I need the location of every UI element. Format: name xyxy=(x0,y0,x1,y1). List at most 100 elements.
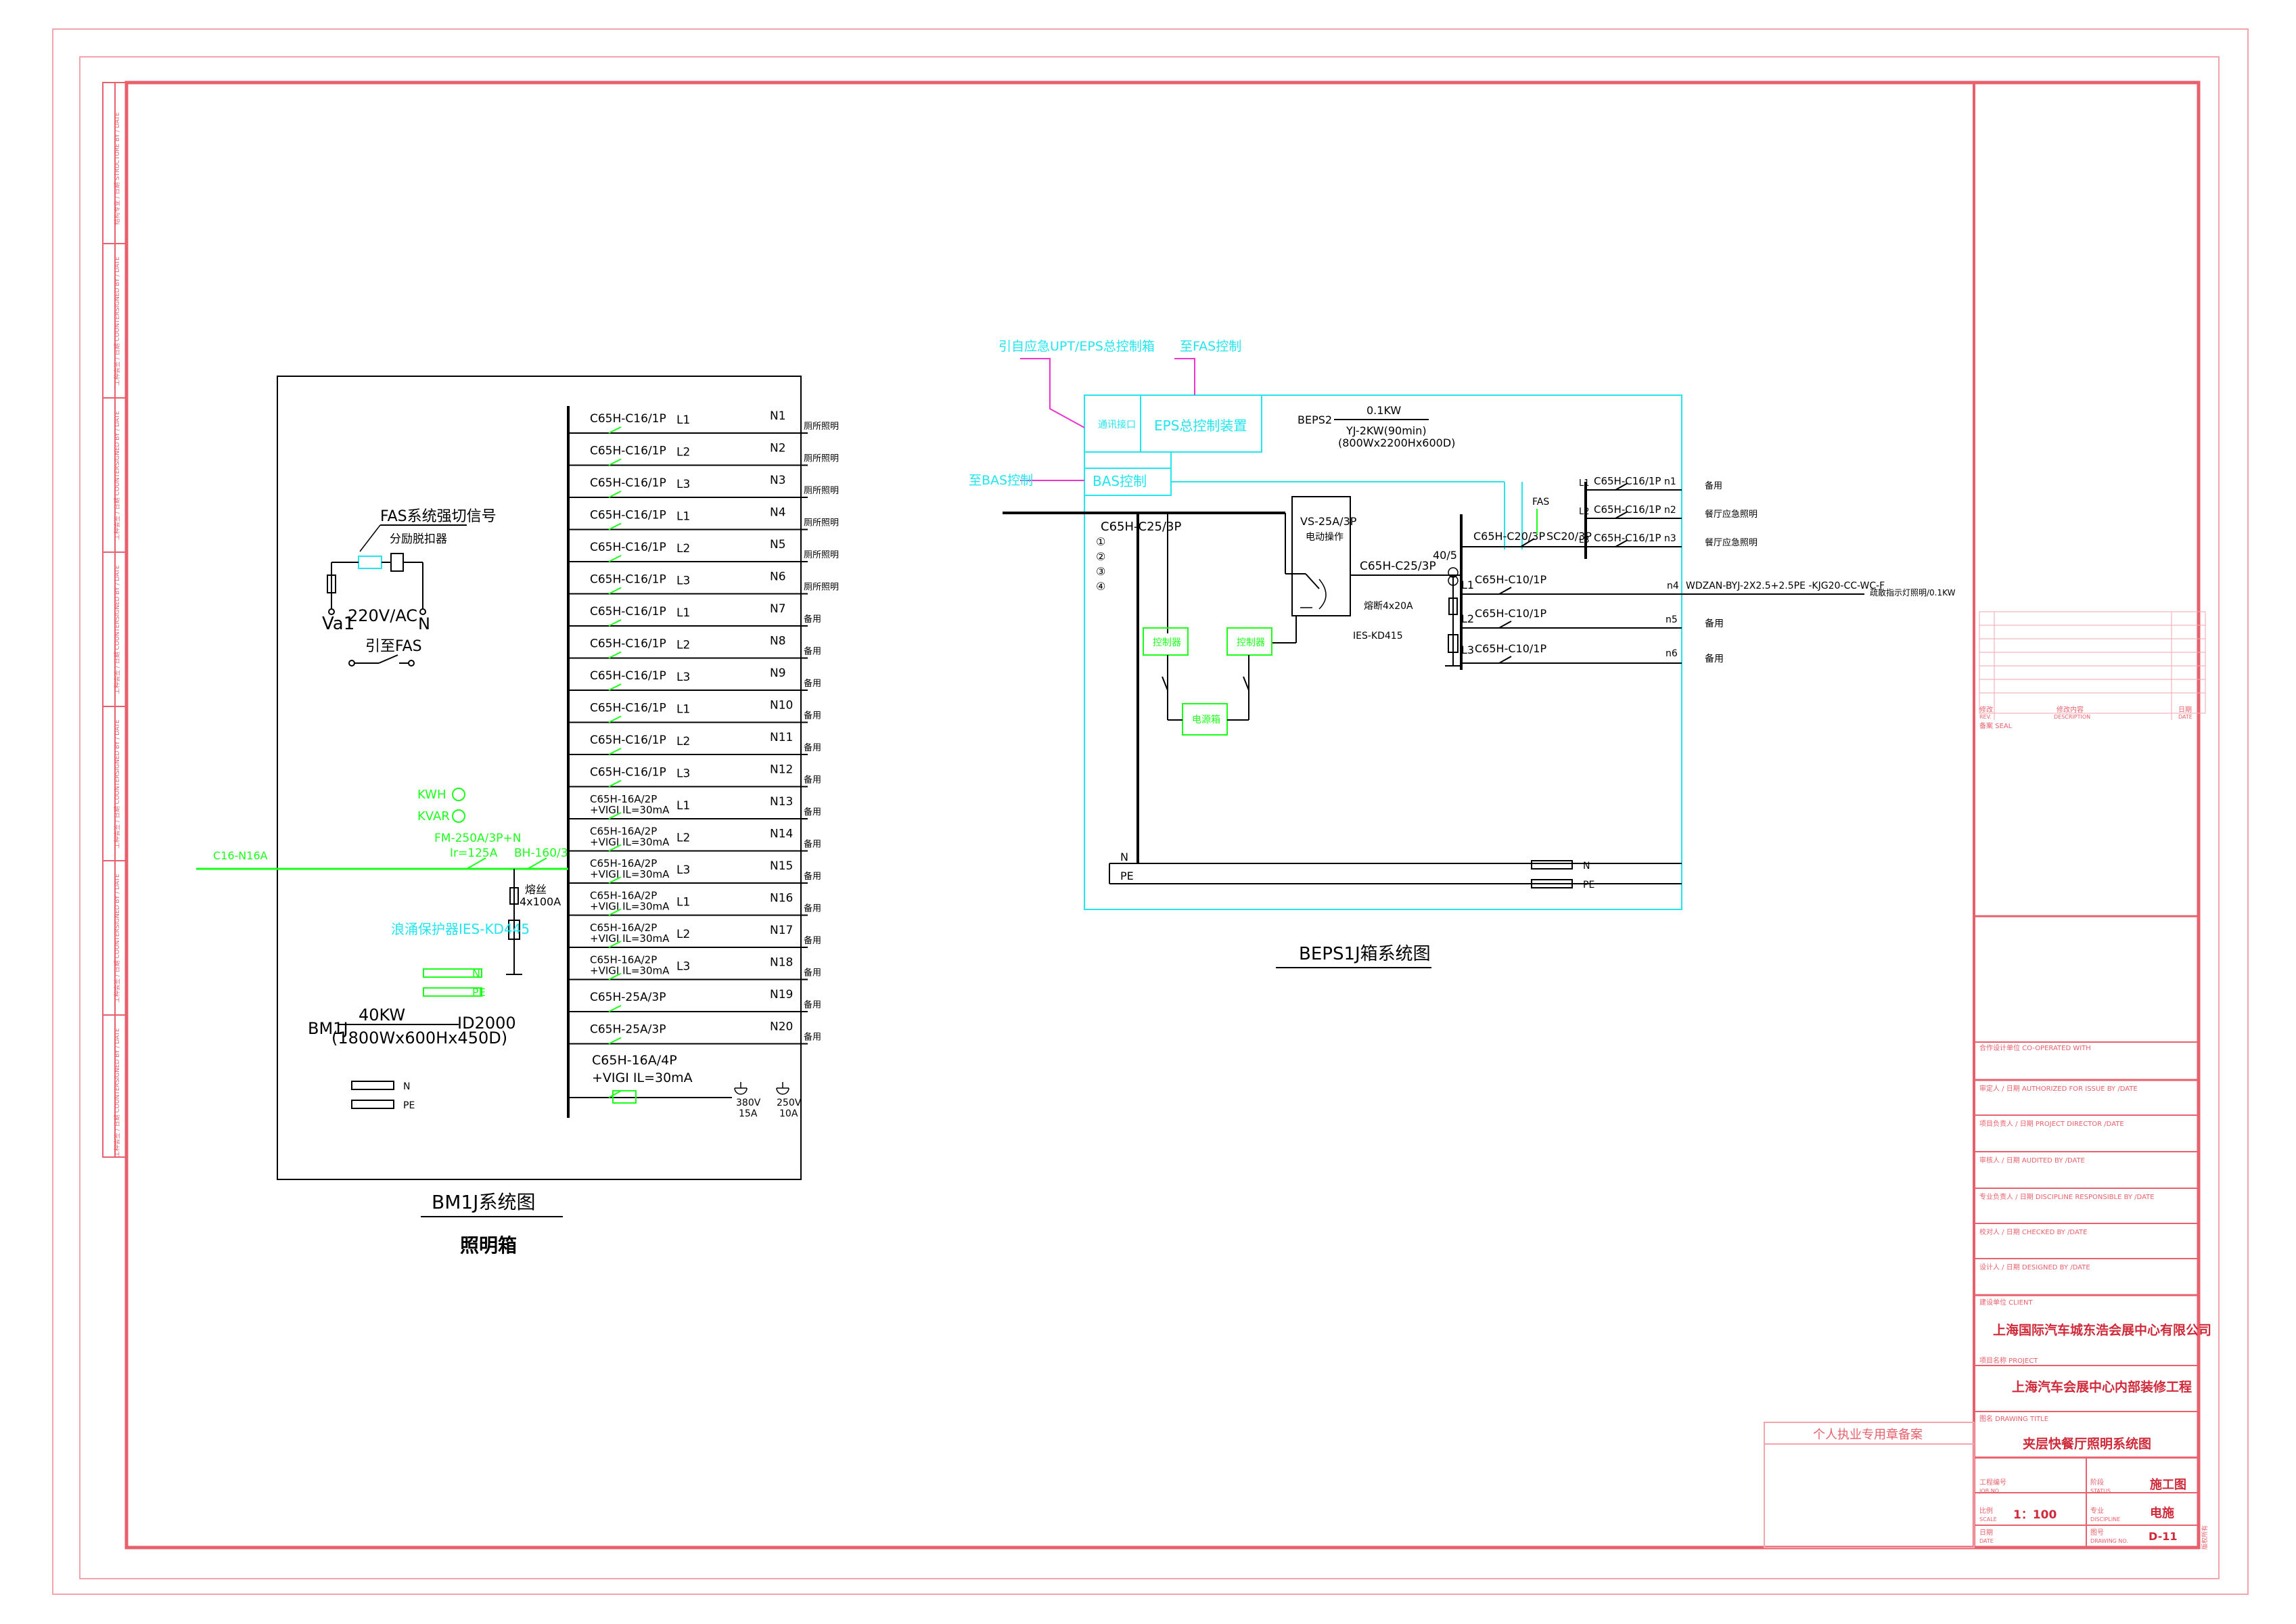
project-label: 项目名称 PROJECT xyxy=(1979,1356,2038,1365)
margin-label: 工种会签 / 日期 COUNTERSIGNED BY / DATE xyxy=(113,874,121,1003)
power-label: 电源箱 xyxy=(1192,715,1220,725)
row-breaker-vigi: +VIGI IL=30mA xyxy=(590,965,670,977)
socket2-current: 10A xyxy=(779,1108,798,1119)
row-phase: L3 xyxy=(676,767,690,781)
bm1j-row: C65H-C16/1P L1 N10 备用 xyxy=(568,699,821,723)
beps-title: BEPS1J箱系统图 xyxy=(1299,944,1431,964)
bar-pe2-label: PE xyxy=(403,1100,415,1111)
kvar-meter-icon xyxy=(452,809,465,823)
beps-bar-n: N xyxy=(1583,861,1590,872)
out-use: 餐厅应急照明 xyxy=(1705,509,1758,520)
row-circuit: N13 xyxy=(770,795,793,809)
row-switch xyxy=(608,748,622,755)
bm1j-row: C65H-C16/1P L1 N7 备用 xyxy=(568,602,821,627)
c20-label: C65H-C20/3P xyxy=(1473,530,1545,543)
fas-signal-label: FAS系统强切信号 xyxy=(380,508,497,525)
beps-output-row: L3 C65H-C16/1P n3 餐厅应急照明 xyxy=(1579,532,1758,548)
beps-main-breaker: C65H-C25/3P xyxy=(1101,520,1181,534)
scale-label: 比例 xyxy=(1979,1506,1993,1515)
row-circuit: N8 xyxy=(770,635,786,648)
signoff-rows: 审定人 / 日期 AUTHORIZED FOR ISSUE BY /DATE 项目… xyxy=(1979,1084,2155,1271)
row-phase: L3 xyxy=(676,478,690,491)
circle-4: ④ xyxy=(1096,580,1105,593)
row-l3-breaker: C65H-C10/1P xyxy=(1475,642,1546,655)
beps-bar-pe: PE xyxy=(1583,880,1594,890)
row-circuit: N18 xyxy=(770,956,793,970)
out-phase: L1 xyxy=(1579,478,1590,489)
bm1j-row: C65H-C16/1P L1 N4 厕所照明 xyxy=(568,506,839,531)
row-phase: L2 xyxy=(676,446,690,459)
row-breaker: C65H-C16/1P xyxy=(590,573,666,587)
row-switch xyxy=(608,780,622,788)
row-l1-breaker: C65H-C10/1P xyxy=(1475,573,1546,586)
row-use: 备用 xyxy=(804,678,821,689)
row-breaker: C65H-25A/3P xyxy=(590,991,666,1004)
bm1j-row: C65H-C16/1P L3 N6 厕所照明 xyxy=(568,570,839,595)
row-switch xyxy=(608,555,622,562)
out-use: 备用 xyxy=(1705,480,1722,491)
bm1j-last-row: C65H-16A/4P +VIGI IL=30mA 380V 15A 250V … xyxy=(568,1053,802,1119)
row-use: 备用 xyxy=(804,871,821,882)
row-breaker: C65H-C16/1P xyxy=(590,445,666,458)
row-circuit: N9 xyxy=(770,667,786,680)
row-breaker-vigi: +VIGI IL=30mA xyxy=(590,804,670,816)
row-use: 备用 xyxy=(804,903,821,914)
box-bas-label: BAS控制 xyxy=(1093,473,1147,489)
dwgno-label-en: DRAWING NO. xyxy=(2090,1538,2128,1544)
margin-label: 工种会签 / 日期 COUNTERSIGNED BY / DATE xyxy=(113,256,121,386)
disc-label-en: DISCIPLINE xyxy=(2090,1516,2120,1522)
row-breaker: C65H-C16/1P xyxy=(590,605,666,618)
out-phase: L3 xyxy=(1579,535,1590,545)
bus-pe-label: PE xyxy=(1120,870,1134,882)
beps-spd-label: IES-KD415 xyxy=(1353,631,1403,641)
bm1j-row: C65H-C16/1P L3 N12 备用 xyxy=(568,763,821,788)
bm1j-row: C65H-16A/2P+VIGI IL=30mA L1 N13备用 xyxy=(568,793,821,819)
beps-enclosure xyxy=(1084,394,1682,910)
circle-2: ② xyxy=(1096,550,1105,563)
bm1j-row: C65H-16A/2P+VIGI IL=30mA L3 N15备用 xyxy=(568,857,821,884)
row-phase: L1 xyxy=(676,799,690,813)
row-circuit: N7 xyxy=(770,602,786,616)
bm1j-row: C65H-16A/2P+VIGI IL=30mA L3 N18备用 xyxy=(568,954,821,980)
status-value: 施工图 xyxy=(2150,1477,2186,1492)
row-use: 备用 xyxy=(804,710,821,721)
margin-label: 结构专业 / 日期 STRUCTURE BY / DATE xyxy=(113,112,121,225)
row-breaker: C65H-C16/1P xyxy=(590,412,666,426)
socket2-voltage: 250V xyxy=(777,1098,802,1108)
main-breaker-ir-label: Ir=125A xyxy=(450,847,498,860)
isolator-label: BH-160/3 xyxy=(514,847,568,860)
row-phase: L2 xyxy=(676,928,690,941)
row-use: 厕所照明 xyxy=(804,583,839,593)
jobno-label: 工程编号 xyxy=(1979,1478,2006,1487)
incoming-cable-label: C16-N16A xyxy=(213,849,268,862)
row-phase: L2 xyxy=(676,639,690,652)
margin-label: 工种会签 / 日期 COUNTERSIGNED BY / DATE xyxy=(113,565,121,694)
beps-lower-rows: L1 C65H-C10/1P n4 WDZAN-BYJ-2X2.5+2.5PE … xyxy=(1461,573,1956,664)
coop-label: 合作设计单位 CO-OPERATED WITH xyxy=(1979,1043,2091,1052)
row-circuit: N6 xyxy=(770,570,786,584)
margin-labels: 结构专业 / 日期 STRUCTURE BY / DATE 工种会签 / 日期 C… xyxy=(113,112,121,1157)
row-use: 备用 xyxy=(804,839,821,850)
row-l2-breaker: C65H-C10/1P xyxy=(1475,607,1546,620)
scale-value: 1：100 xyxy=(2013,1508,2057,1522)
bm1j-row: C65H-25A/3P N20 备用 xyxy=(568,1020,821,1045)
margin-label: 工种会签 / 日期 COUNTERSIGNED BY / DATE xyxy=(113,1028,121,1157)
row-l1-phase: L1 xyxy=(1461,579,1474,591)
bm1j-row: C65H-C16/1P L2 N8 备用 xyxy=(568,635,821,659)
row-n6-use: 备用 xyxy=(1705,653,1724,664)
side-note: 版权所有 xyxy=(2201,1525,2209,1550)
rev-col-1: 修改 xyxy=(1979,705,1993,714)
row-circuit: N14 xyxy=(770,828,793,841)
out-circuit: n2 xyxy=(1664,505,1676,516)
main-breaker-label: FM-250A/3P+N xyxy=(434,832,521,845)
bas-control-label: 至BAS控制 xyxy=(969,473,1033,488)
circle-3: ③ xyxy=(1096,565,1105,578)
date-label: 日期 xyxy=(1979,1529,1993,1537)
row-circuit: N1 xyxy=(770,409,786,423)
signoff-row: 项目负责人 / 日期 PROJECT DIRECTOR /DATE xyxy=(1979,1119,2124,1128)
row-phase: L2 xyxy=(676,542,690,556)
row-circuit: N2 xyxy=(770,442,786,455)
rev-col-2-en: DESCRIPTION xyxy=(2054,714,2090,720)
beps-fuse-label: 熔断4x20A xyxy=(1364,601,1413,612)
rev-col-1-en: REV. xyxy=(1979,714,1992,720)
